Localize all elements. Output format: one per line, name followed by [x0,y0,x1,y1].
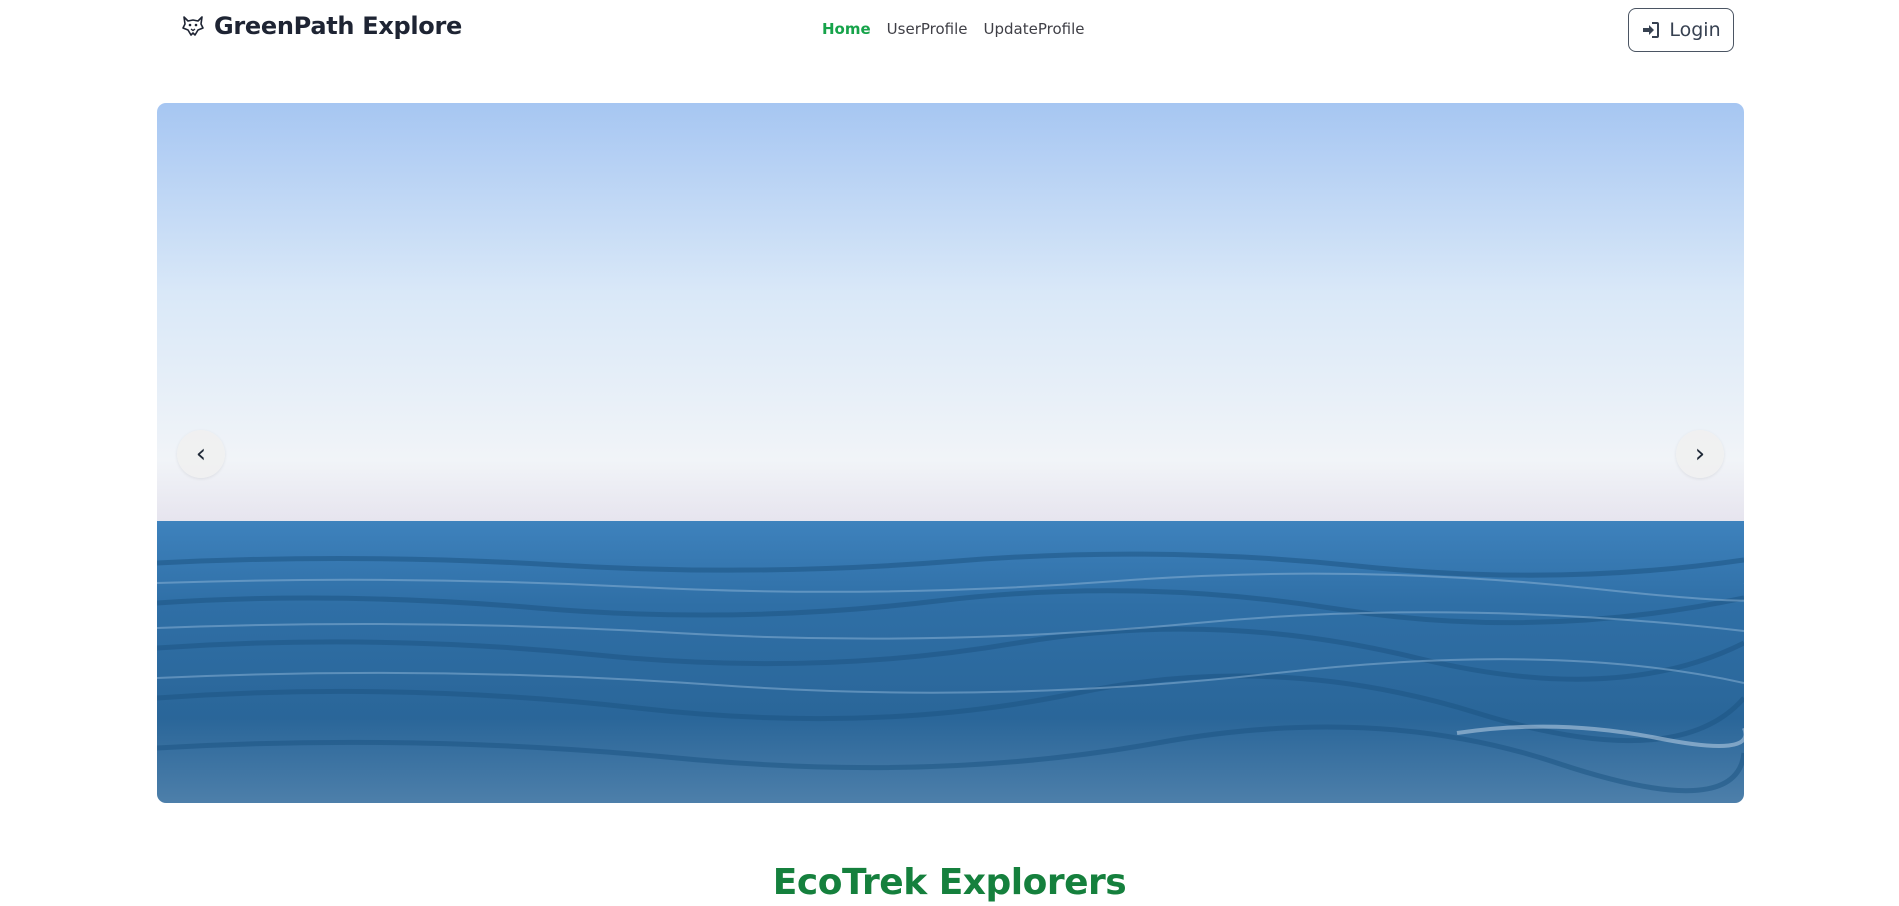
login-label: Login [1669,19,1721,41]
carousel-next-button[interactable]: › [1676,430,1724,478]
section-title: EcoTrek Explorers [772,862,1127,903]
login-button[interactable]: Login [1628,8,1734,52]
nav-link-updateprofile[interactable]: UpdateProfile [984,20,1085,38]
nav-link-userprofile[interactable]: UserProfile [887,20,968,38]
nav-link-home[interactable]: Home [822,20,871,38]
hero-carousel [157,103,1744,803]
main-nav: Home UserProfile UpdateProfile [822,20,1084,38]
sign-in-icon [1641,20,1661,40]
ocean-horizon-image [157,103,1744,803]
carousel-prev-button[interactable]: ‹ [177,430,225,478]
brand[interactable]: GreenPath Explore [180,12,462,40]
brand-name: GreenPath Explore [214,12,463,40]
navbar: GreenPath Explore Home UserProfile Updat… [0,0,1899,62]
wolf-logo-icon [180,13,206,39]
